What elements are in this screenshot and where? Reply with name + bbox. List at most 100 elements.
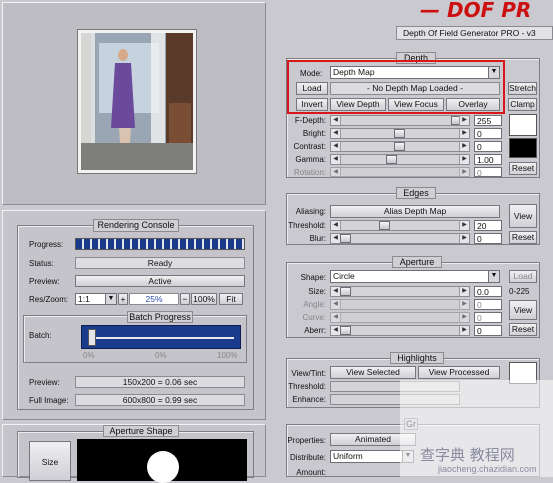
mode-select[interactable]: Depth Map ▼ [330, 66, 500, 79]
bright-slider[interactable]: ◀ ▶ [330, 128, 470, 139]
bright-input[interactable]: 0 [474, 128, 502, 139]
contrast-slider[interactable]: ◀ ▶ [330, 141, 470, 152]
arrow-left-icon[interactable]: ◀ [331, 168, 341, 176]
batch-slider-thumb[interactable] [88, 329, 96, 346]
blur-thumb[interactable] [340, 234, 351, 243]
progress-label: Progress: [29, 240, 64, 249]
view-selected-button[interactable]: View Selected [330, 366, 416, 379]
arrow-left-icon[interactable]: ◀ [331, 142, 341, 151]
contrast-thumb[interactable] [394, 142, 405, 151]
arrow-right-icon[interactable]: ▶ [459, 234, 469, 243]
blur-input[interactable]: 0 [474, 233, 502, 244]
shape-label: Shape: [300, 273, 326, 282]
highlights-title: Highlights [390, 352, 444, 364]
arrow-right-icon[interactable]: ▶ [459, 142, 469, 151]
edges-threshold-input[interactable]: 20 [474, 220, 502, 231]
color-swatch-white[interactable] [509, 114, 537, 136]
size-range: 0-225 [509, 287, 530, 296]
view-focus-button[interactable]: View Focus [388, 98, 444, 111]
aberr-input[interactable]: 0 [474, 325, 502, 336]
res-select[interactable]: 1:1 ▼ [75, 293, 117, 305]
aperture-shape-title: Aperture Shape [103, 425, 179, 437]
preview-active-button[interactable]: Active [75, 275, 245, 287]
view-depth-button[interactable]: View Depth [330, 98, 386, 111]
blur-slider[interactable]: ◀ ▶ [330, 233, 470, 244]
edges-threshold-slider[interactable]: ◀ ▶ [330, 220, 470, 231]
arrow-right-icon[interactable]: ▶ [459, 129, 469, 138]
view-processed-button[interactable]: View Processed [418, 366, 500, 379]
angle-slider[interactable]: ◀ ▶ [330, 299, 470, 310]
batch-slider-track[interactable] [81, 325, 241, 349]
edges-threshold-thumb[interactable] [379, 221, 390, 230]
rotation-slider[interactable]: ◀ ▶ [330, 167, 470, 177]
aliasing-label: Aliasing: [295, 207, 326, 216]
aberr-thumb[interactable] [340, 326, 351, 335]
size-thumb[interactable] [340, 287, 351, 296]
progress-bar [75, 238, 245, 250]
rotation-label: Rotation: [293, 168, 326, 177]
angle-input[interactable]: 0 [474, 299, 502, 310]
batch-tick-0: 0% [83, 351, 95, 360]
gamma-slider[interactable]: ◀ ▶ [330, 154, 470, 165]
gamma-label: Gamma: [295, 155, 326, 164]
zoom-decrease-button[interactable]: − [180, 293, 190, 305]
arrow-right-icon[interactable]: ▶ [459, 221, 469, 230]
alias-depth-map-button[interactable]: Alias Depth Map [330, 205, 500, 218]
edges-reset-button[interactable]: Reset [509, 231, 537, 244]
gamma-thumb[interactable] [386, 155, 397, 164]
arrow-right-icon[interactable]: ▶ [459, 287, 469, 296]
size-slider[interactable]: ◀ ▶ [330, 286, 470, 297]
bright-thumb[interactable] [394, 129, 405, 138]
arrow-left-icon[interactable]: ◀ [331, 300, 341, 309]
view-tint-label: View/Tint: [291, 369, 326, 378]
aperture-view-button[interactable]: View [509, 300, 537, 320]
zoom-100-button[interactable]: 100% [191, 293, 217, 305]
progress-fill [76, 239, 244, 249]
arrow-left-icon[interactable]: ◀ [331, 155, 341, 164]
rotation-input[interactable]: 0 [474, 167, 502, 177]
preview-time-value: 150x200 = 0.06 sec [75, 376, 245, 388]
arrow-left-icon[interactable]: ◀ [331, 221, 341, 230]
contrast-input[interactable]: 0 [474, 141, 502, 152]
edges-view-button[interactable]: View [509, 204, 537, 228]
shape-select[interactable]: Circle ▼ [330, 270, 500, 283]
arrow-left-icon[interactable]: ◀ [331, 313, 341, 322]
chevron-down-icon: ▼ [105, 294, 116, 304]
angle-label: Angle: [303, 300, 326, 309]
arrow-right-icon[interactable]: ▶ [459, 313, 469, 322]
preview-photo [81, 33, 193, 170]
arrow-right-icon[interactable]: ▶ [459, 326, 469, 335]
depth-load-button[interactable]: Load [296, 82, 328, 95]
full-image-label: Full Image: [29, 396, 69, 405]
arrow-left-icon[interactable]: ◀ [331, 129, 341, 138]
stretch-button[interactable]: Stretch [508, 82, 537, 95]
color-swatch-black[interactable] [509, 138, 537, 158]
aperture-reset-button[interactable]: Reset [509, 323, 537, 336]
arrow-right-icon[interactable]: ▶ [459, 116, 469, 125]
curve-slider[interactable]: ◀ ▶ [330, 312, 470, 323]
invert-button[interactable]: Invert [296, 98, 328, 111]
arrow-right-icon[interactable]: ▶ [459, 300, 469, 309]
curve-input[interactable]: 0 [474, 312, 502, 323]
aberr-slider[interactable]: ◀ ▶ [330, 325, 470, 336]
depth-reset-button[interactable]: Reset [509, 162, 537, 175]
clamp-button[interactable]: Clamp [508, 98, 537, 111]
fit-button[interactable]: Fit [219, 293, 243, 305]
zoom-increase-button[interactable]: + [118, 293, 128, 305]
rendering-console-panel: Rendering Console Progress: Status: Read… [2, 210, 266, 420]
arrow-left-icon[interactable]: ◀ [331, 116, 341, 125]
arrow-right-icon[interactable]: ▶ [459, 155, 469, 164]
preview-image [77, 29, 197, 174]
distribute-label: Distribute: [289, 453, 326, 462]
aperture-size-button[interactable]: Size [29, 441, 71, 481]
app-logo: — DOF PR [420, 0, 532, 22]
arrow-right-icon[interactable]: ▶ [459, 168, 469, 176]
overlay-button[interactable]: Overlay [446, 98, 500, 111]
size-input[interactable]: 0.0 [474, 286, 502, 297]
batch-tick-1: 0% [155, 351, 167, 360]
distribute-value: Uniform [333, 451, 363, 461]
gamma-input[interactable]: 1.00 [474, 154, 502, 165]
f-depth-slider[interactable]: ◀ ▶ [330, 115, 470, 126]
aperture-load-button[interactable]: Load [509, 270, 537, 283]
f-depth-input[interactable]: 255 [474, 115, 502, 126]
